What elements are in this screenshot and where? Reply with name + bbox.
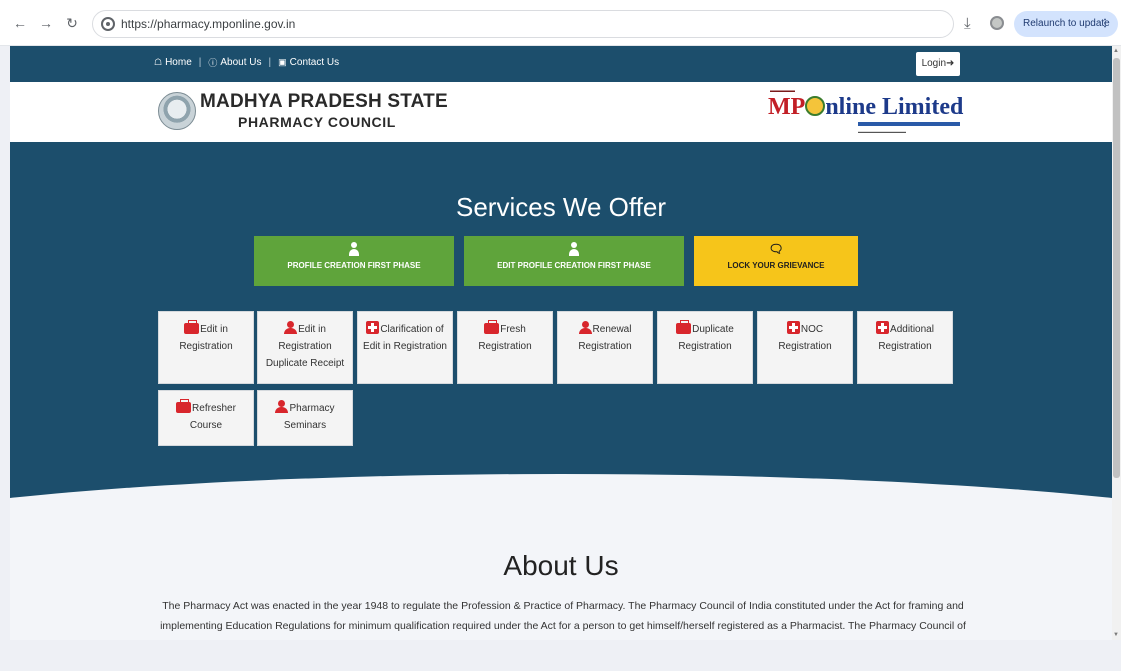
forward-arrow-icon[interactable]: →	[38, 15, 54, 31]
service-tile-duplicate-registration[interactable]: Duplicate Registration	[657, 311, 753, 384]
section-curve	[10, 474, 1112, 507]
services-section: Services We Offer PROFILE CREATION FIRST…	[10, 142, 1112, 507]
tile-label: Registration	[478, 341, 532, 352]
top-nav-bar: ☖ Home | ⓘ About Us | ▣ Contact Us Login…	[10, 46, 1112, 82]
user-icon	[578, 321, 592, 334]
nav-home[interactable]: Home	[165, 57, 192, 68]
info-icon: ⓘ	[208, 58, 218, 68]
mponline-globe-icon	[805, 96, 826, 116]
address-bar[interactable]: https://pharmacy.mponline.gov.in	[92, 10, 954, 38]
briefcase-icon	[676, 320, 692, 334]
council-name-line2: PHARMACY COUNCIL	[238, 114, 396, 130]
services-title: Services We Offer	[456, 192, 666, 222]
plus-square-icon	[786, 321, 800, 334]
about-title: About Us	[503, 550, 619, 581]
service-tile-edit-registration[interactable]: Edit in Registration	[158, 311, 254, 384]
council-emblem-icon	[158, 92, 196, 130]
tile-label: Seminars	[283, 420, 327, 431]
tile-label: Course	[189, 420, 223, 431]
service-tile-refresher-course[interactable]: Refresher Course	[158, 390, 254, 446]
service-tile-edit-duplicate-receipt[interactable]: Edit in Registration Duplicate Receipt	[257, 311, 353, 384]
tile-label: Edit in Registration	[363, 341, 447, 352]
scroll-down-icon[interactable]: ▼	[1113, 632, 1119, 638]
edit-profile-creation-label: EDIT PROFILE CREATION FIRST PHASE	[497, 261, 651, 270]
reload-icon[interactable]: ↻	[64, 15, 80, 31]
service-tile-additional-registration[interactable]: Additional Registration	[857, 311, 953, 384]
relaunch-button[interactable]: Relaunch to update ⋮	[1014, 11, 1118, 37]
login-button[interactable]: Login➜	[916, 52, 960, 76]
tile-label: Registration	[678, 341, 732, 352]
council-name-line1: MADHYA PRADESH STATE	[200, 91, 448, 112]
login-label: Login	[921, 58, 947, 69]
service-tile-clarification[interactable]: Clarification of Edit in Registration	[357, 311, 453, 384]
tile-label: Registration	[578, 341, 632, 352]
back-arrow-icon[interactable]: ←	[12, 15, 28, 31]
nav-divider: |	[268, 57, 272, 68]
page-scrollbar[interactable]: ▲ ▼	[1112, 46, 1121, 640]
mponline-logo-prefix: MP	[768, 94, 806, 120]
tile-label: Clarification of	[380, 324, 444, 335]
relaunch-label: Relaunch to update	[1023, 18, 1110, 29]
profile-creation-button[interactable]: PROFILE CREATION FIRST PHASE	[254, 236, 454, 286]
scroll-up-icon[interactable]: ▲	[1113, 48, 1119, 54]
service-tile-noc-registration[interactable]: NOC Registration	[757, 311, 853, 384]
menu-dots-icon: ⋮	[1100, 18, 1110, 29]
nav-contact[interactable]: Contact Us	[290, 57, 339, 68]
tile-label: Renewal	[592, 324, 632, 335]
home-icon: ☖	[154, 57, 163, 67]
mponline-subtext: ▬▬▬▬▬▬▬▬▬▬▬▬	[858, 129, 906, 134]
plus-square-icon	[876, 321, 890, 334]
tile-label: Fresh	[500, 324, 526, 335]
service-tile-renewal-registration[interactable]: Renewal Registration	[557, 311, 653, 384]
site-header: MADHYA PRADESH STATE PHARMACY COUNCIL ▬▬…	[10, 82, 1112, 142]
tile-label: Registration	[278, 341, 332, 352]
user-icon	[569, 242, 579, 256]
tile-label: Pharmacy	[289, 403, 335, 414]
service-tile-pharmacy-seminars[interactable]: Pharmacy Seminars	[257, 390, 353, 446]
chat-icon: 🗨	[768, 242, 784, 256]
download-icon[interactable]: ⤓	[964, 15, 971, 32]
contact-card-icon: ▣	[278, 57, 287, 67]
briefcase-icon	[176, 399, 192, 413]
tile-label: Registration	[778, 341, 832, 352]
nav-about[interactable]: About Us	[220, 57, 261, 68]
mponline-logo[interactable]: MP nline Limited	[768, 94, 963, 121]
edit-profile-creation-button[interactable]: EDIT PROFILE CREATION FIRST PHASE	[464, 236, 684, 286]
tile-label: Additional	[890, 324, 934, 335]
top-nav: ☖ Home | ⓘ About Us | ▣ Contact Us	[154, 56, 339, 69]
mponline-logo-bar	[858, 122, 960, 126]
address-url: https://pharmacy.mponline.gov.in	[121, 17, 296, 31]
tile-label: Edit in	[200, 324, 228, 335]
service-tile-fresh-registration[interactable]: Fresh Registration	[457, 311, 553, 384]
tile-label: Registration	[179, 341, 233, 352]
profile-creation-label: PROFILE CREATION FIRST PHASE	[287, 261, 421, 270]
plus-square-icon	[366, 321, 380, 334]
nav-divider: |	[198, 57, 202, 68]
lock-grievance-button[interactable]: 🗨 LOCK YOUR GRIEVANCE	[694, 236, 858, 286]
user-icon	[284, 321, 298, 334]
mponline-logo-suffix: nline Limited	[825, 94, 964, 120]
profile-icon[interactable]	[990, 16, 1004, 30]
page-viewport: ☖ Home | ⓘ About Us | ▣ Contact Us Login…	[10, 46, 1112, 640]
scrollbar-thumb[interactable]	[1113, 58, 1120, 478]
briefcase-icon	[484, 320, 500, 334]
site-info-icon[interactable]	[101, 17, 115, 31]
tile-label: Duplicate Receipt	[265, 358, 345, 369]
tile-label: Edit in	[298, 324, 326, 335]
tile-label: Duplicate	[692, 324, 734, 335]
browser-toolbar: ← → ↻ https://pharmacy.mponline.gov.in ⤓…	[0, 0, 1121, 46]
lock-grievance-label: LOCK YOUR GRIEVANCE	[727, 261, 825, 270]
tile-label: Registration	[878, 341, 932, 352]
about-paragraph: The Pharmacy Act was enacted in the year…	[160, 600, 966, 632]
sign-in-icon: ➜	[946, 58, 955, 69]
tile-label: NOC	[800, 324, 824, 335]
tile-label: Refresher	[192, 403, 236, 414]
user-icon	[275, 400, 289, 413]
user-icon	[349, 242, 359, 256]
briefcase-icon	[184, 320, 200, 334]
